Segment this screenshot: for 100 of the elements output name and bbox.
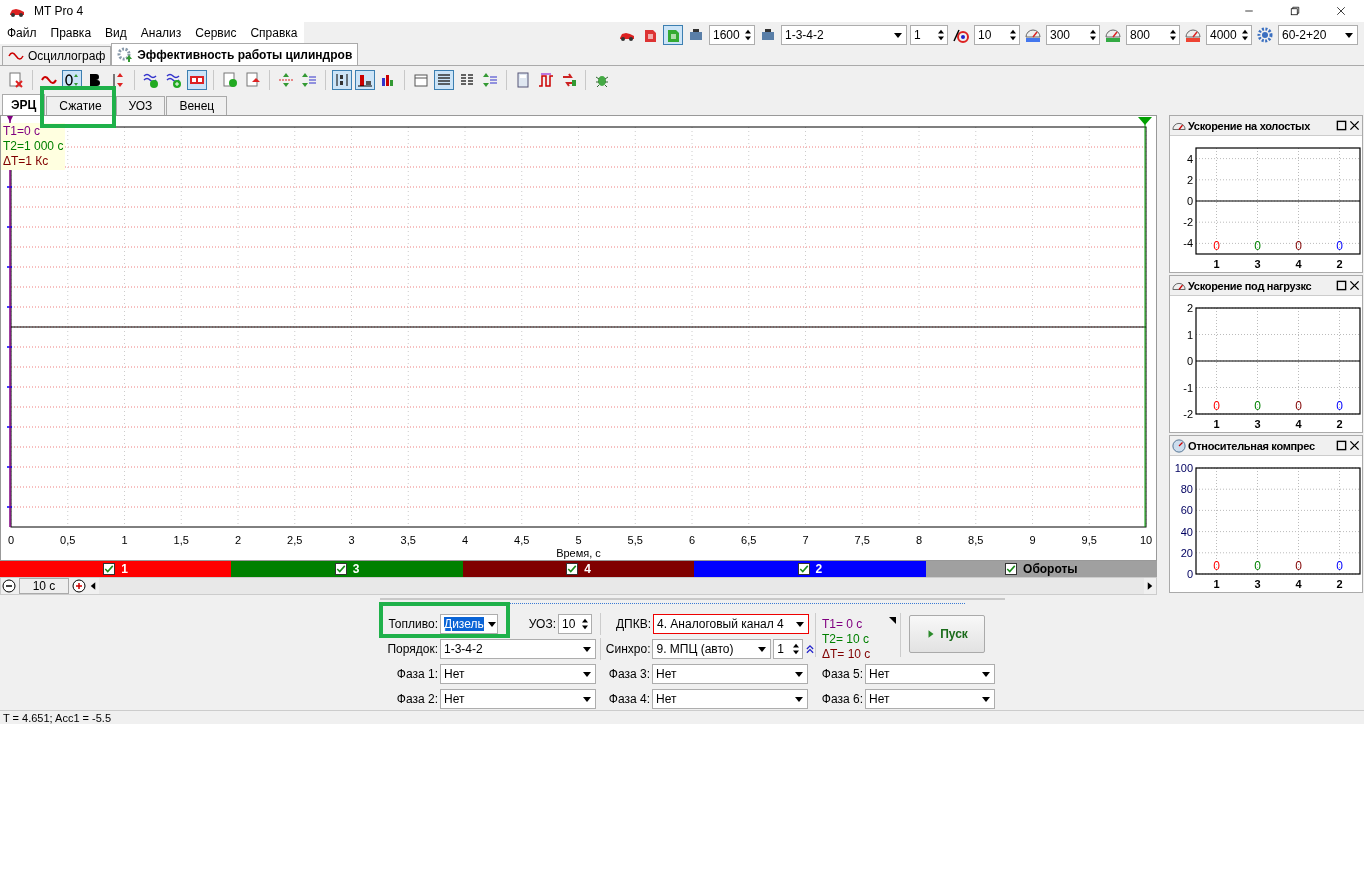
spin-field[interactable]: 10 [558, 614, 592, 634]
axis-title: Время, с [556, 547, 601, 559]
menu-item[interactable]: Файл [0, 26, 44, 40]
waves-add-icon[interactable] [166, 72, 182, 88]
document-export-icon[interactable] [245, 72, 261, 88]
menu-item[interactable]: Вид [98, 26, 134, 40]
tick-label: 9 [1029, 534, 1036, 546]
data-label: 0 [1295, 559, 1302, 573]
maximize-icon[interactable] [1336, 440, 1347, 451]
close-icon[interactable] [1349, 440, 1360, 451]
spin-field[interactable]: 300 [1046, 25, 1100, 45]
channel-bar[interactable]: 2 [694, 561, 926, 577]
scale-lines-icon[interactable] [301, 72, 317, 88]
tab[interactable]: Венец [166, 96, 228, 115]
dropdown[interactable]: Нет [865, 664, 995, 684]
channel-bar[interactable]: 4 [462, 561, 695, 577]
maximize-icon[interactable] [1289, 5, 1301, 17]
zero-offset-icon[interactable] [64, 72, 80, 88]
columns-icon[interactable] [459, 72, 475, 88]
spin-arrows-icon [1007, 27, 1019, 43]
engine-icon[interactable] [688, 27, 704, 43]
menu-item[interactable]: Справка [243, 26, 305, 40]
dropdown[interactable]: 60-2+20 [1278, 25, 1358, 45]
zoom-in-icon[interactable] [71, 578, 87, 594]
checkbox-checked-icon[interactable] [335, 564, 346, 574]
pulse-icon[interactable] [538, 72, 554, 88]
dropdown[interactable]: 9. МПЦ (авто) [652, 639, 772, 659]
tab[interactable]: ЭРЦ [2, 94, 46, 115]
window-icon[interactable] [413, 72, 429, 88]
spin-arrows-icon [1087, 27, 1099, 43]
tab[interactable]: Осциллограф [2, 46, 112, 65]
dropdown[interactable]: Нет [865, 689, 995, 709]
channel-bar[interactable]: 1 [0, 561, 232, 577]
bold-icon[interactable] [87, 72, 103, 88]
maximize-icon[interactable] [1336, 120, 1347, 131]
menu-item[interactable]: Анализ [133, 26, 189, 40]
gauge-icon[interactable] [1185, 27, 1201, 43]
scale-lines-icon[interactable] [482, 72, 498, 88]
sort-numbers-icon[interactable] [334, 72, 350, 88]
vertical-arrows-icon[interactable] [278, 72, 294, 88]
tick-label: 1 [121, 534, 128, 546]
spin-arrows-icon [579, 616, 591, 632]
checkbox-checked-icon[interactable] [1006, 564, 1017, 574]
document-check-icon[interactable] [222, 72, 238, 88]
fuel-can-icon[interactable] [642, 27, 658, 43]
dropdown[interactable]: 1-3-4-2 [781, 25, 907, 45]
cursor-reading: ΔT=1 Кс [3, 154, 50, 169]
checkbox-checked-icon[interactable] [798, 564, 809, 574]
maximize-icon[interactable] [1336, 280, 1347, 291]
channel-bar[interactable]: Обороты [925, 561, 1158, 577]
expand-up-icon[interactable] [805, 643, 815, 655]
menu-item[interactable]: Правка [43, 26, 99, 40]
column-chart-icon[interactable] [357, 72, 373, 88]
lines-icon[interactable] [436, 72, 452, 88]
updown-arrows-icon[interactable] [110, 72, 126, 88]
dropdown[interactable]: Нет [440, 689, 596, 709]
spin-field[interactable]: 1600 [709, 25, 755, 45]
dropdown[interactable]: 4. Аналоговый канал 4 [653, 614, 809, 634]
tab[interactable]: Сжатие [46, 96, 115, 115]
checkbox-checked-icon[interactable] [104, 564, 115, 574]
category-label: 3 [1254, 578, 1261, 590]
tab[interactable]: УОЗ [115, 96, 166, 115]
spin-field[interactable]: 1 [773, 639, 803, 659]
dropdown[interactable]: Нет [652, 689, 808, 709]
dropdown[interactable]: Нет [440, 664, 596, 684]
data-label: 0 [1254, 239, 1261, 253]
angle-icon[interactable] [953, 27, 969, 43]
field-label: ДПКВ: [614, 617, 651, 631]
tick-label: 6,5 [741, 534, 757, 546]
dropdown[interactable]: Нет [652, 664, 808, 684]
waves-check-icon[interactable] [143, 72, 159, 88]
category-label: 2 [1336, 258, 1343, 270]
bar-chart-icon[interactable] [380, 72, 396, 88]
category-label: 3 [1254, 258, 1261, 270]
zoom-out-icon[interactable] [1, 578, 17, 594]
calculator-icon[interactable] [515, 72, 531, 88]
dropdown[interactable]: Дизель [440, 614, 498, 634]
channel-bar[interactable]: 3 [231, 561, 463, 577]
tick-label: -1 [1183, 381, 1193, 394]
gauge-icon[interactable] [1025, 27, 1041, 43]
gauge-icon[interactable] [1105, 27, 1121, 43]
spin-field[interactable]: 1 [910, 25, 948, 45]
tick-label: 2 [234, 534, 242, 546]
close-icon[interactable] [1349, 120, 1360, 131]
time-scale-field[interactable]: 10 с [19, 578, 69, 594]
engine-icon[interactable] [760, 27, 776, 43]
close-icon[interactable] [1349, 280, 1360, 291]
tab[interactable]: Эффективность работы цилиндров [111, 43, 359, 65]
delete-document-icon[interactable] [8, 72, 24, 88]
data-label: 0 [1336, 399, 1343, 413]
menu-item[interactable]: Сервис [188, 26, 244, 40]
close-icon[interactable] [1335, 5, 1347, 17]
start-button[interactable]: Пуск [909, 615, 985, 653]
swap-arrows-icon[interactable] [561, 72, 577, 88]
gear-icon[interactable] [1257, 27, 1273, 43]
dropdown[interactable]: 1-3-4-2 [440, 639, 596, 659]
checkbox-checked-icon[interactable] [567, 564, 578, 574]
spin-field[interactable]: 10 [974, 25, 1020, 45]
spin-field[interactable]: 4000 [1206, 25, 1252, 45]
spin-field[interactable]: 800 [1126, 25, 1180, 45]
